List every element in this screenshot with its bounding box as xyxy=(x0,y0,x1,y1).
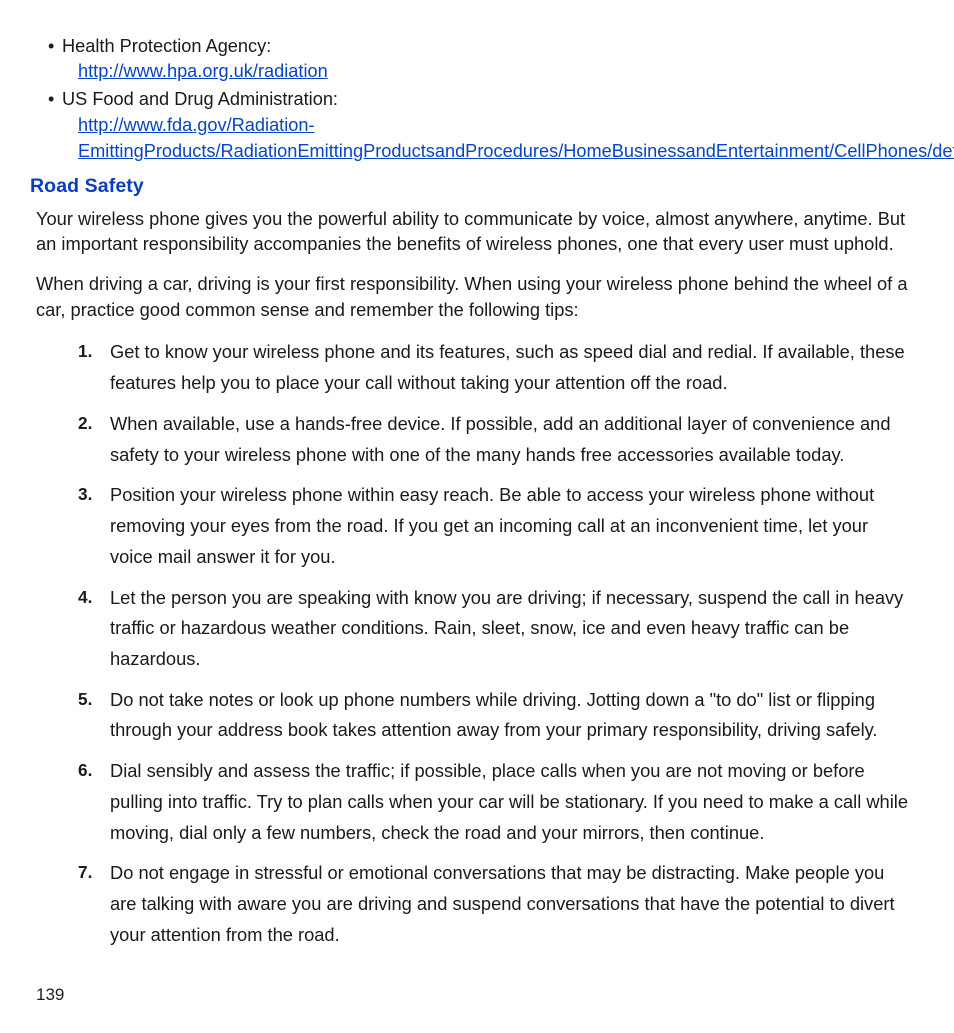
tips-list: Get to know your wireless phone and its … xyxy=(36,337,908,950)
list-item: Do not take notes or look up phone numbe… xyxy=(84,685,908,746)
list-item: Get to know your wireless phone and its … xyxy=(84,337,908,398)
bullet-item: Health Protection Agency: http://www.hpa… xyxy=(62,34,926,85)
list-item: Let the person you are speaking with kno… xyxy=(84,583,908,675)
reference-link[interactable]: http://www.fda.gov/Radiation-EmittingPro… xyxy=(78,115,954,161)
bullet-label: US Food and Drug Administration: xyxy=(62,89,338,109)
reference-link[interactable]: http://www.hpa.org.uk/radiation xyxy=(78,61,328,81)
bullet-label: Health Protection Agency: xyxy=(62,36,271,56)
body-paragraph: When driving a car, driving is your firs… xyxy=(36,271,922,323)
reference-bullets: Health Protection Agency: http://www.hpa… xyxy=(36,34,926,165)
page-number: 139 xyxy=(36,985,926,1005)
list-item: Do not engage in stressful or emotional … xyxy=(84,858,908,950)
document-page: Health Protection Agency: http://www.hpa… xyxy=(0,0,954,1033)
link-line: http://www.fda.gov/Radiation-EmittingPro… xyxy=(62,113,926,165)
link-line: http://www.hpa.org.uk/radiation xyxy=(62,59,926,85)
list-item: Position your wireless phone within easy… xyxy=(84,480,908,572)
bullet-item: US Food and Drug Administration: http://… xyxy=(62,87,926,164)
list-item: Dial sensibly and assess the traffic; if… xyxy=(84,756,908,848)
list-item: When available, use a hands-free device.… xyxy=(84,409,908,470)
body-paragraph: Your wireless phone gives you the powerf… xyxy=(36,206,922,258)
section-heading: Road Safety xyxy=(30,175,926,198)
